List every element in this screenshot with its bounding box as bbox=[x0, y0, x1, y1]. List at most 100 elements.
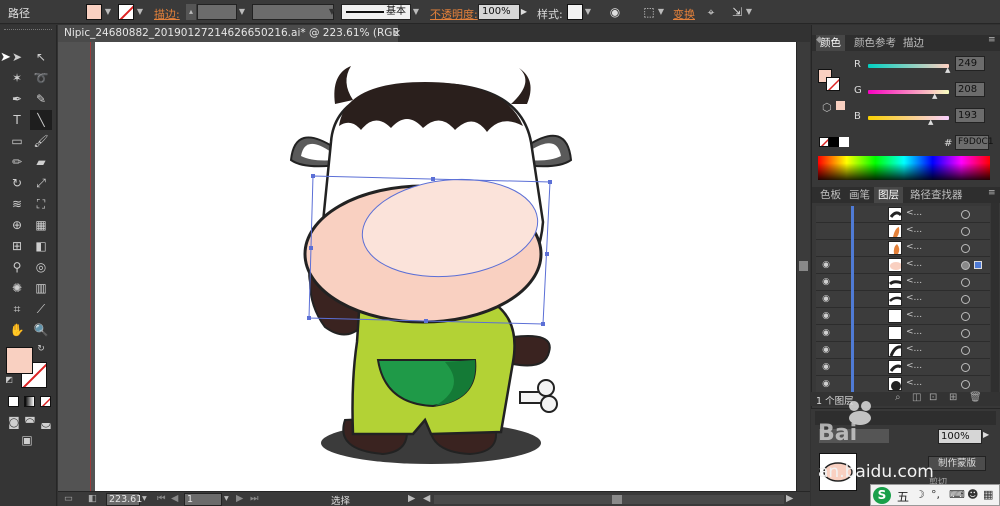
layer-target[interactable] bbox=[961, 244, 970, 253]
gamut-color-chip[interactable] bbox=[836, 101, 845, 110]
visibility-eye-icon[interactable]: ◉ bbox=[820, 293, 832, 305]
layer-target[interactable] bbox=[961, 278, 970, 287]
free-transform-tool-icon[interactable]: ⛶ bbox=[30, 194, 52, 214]
next-artboard-icon[interactable]: ▶ bbox=[236, 493, 243, 504]
tools-grip[interactable] bbox=[4, 29, 52, 32]
horizontal-scroll-track[interactable] bbox=[434, 495, 784, 504]
pasteboard[interactable] bbox=[58, 42, 796, 491]
delete-layer-icon[interactable]: 🗑 bbox=[969, 392, 982, 403]
panel-collapse-icon[interactable]: ◆ bbox=[816, 35, 823, 45]
color-spectrum[interactable] bbox=[818, 156, 990, 180]
scale-tool-icon[interactable]: ⤢ bbox=[30, 173, 52, 193]
none-mode-icon[interactable] bbox=[40, 396, 51, 407]
style-swatch[interactable] bbox=[567, 4, 583, 20]
visibility-eye-icon[interactable]: ◉ bbox=[820, 276, 832, 288]
artboard-dropdown-icon[interactable]: ▾ bbox=[224, 493, 229, 504]
make-mask-button[interactable]: 制作蒙版 bbox=[928, 456, 986, 471]
layer-row[interactable]: ◉ <... bbox=[816, 274, 990, 291]
layer-target[interactable] bbox=[961, 329, 970, 338]
stroke-weight-dropdown[interactable]: ▼ bbox=[237, 4, 247, 20]
tab-pathfinder[interactable]: 路径查找器 bbox=[906, 187, 967, 203]
b-value[interactable]: 193 bbox=[955, 108, 985, 123]
transparency-opacity-arrow[interactable]: ▶ bbox=[983, 430, 989, 439]
tab-color-guide[interactable]: 颜色参考 bbox=[850, 35, 900, 51]
visibility-eye-icon[interactable]: ◉ bbox=[820, 378, 832, 390]
layer-target[interactable] bbox=[961, 380, 970, 389]
stroke-swatch[interactable] bbox=[118, 4, 134, 20]
vertical-scrollbar[interactable] bbox=[796, 42, 810, 491]
last-artboard-icon[interactable]: ⏭ bbox=[250, 493, 259, 504]
stroke-weight-field[interactable] bbox=[197, 4, 237, 20]
perspective-grid-tool-icon[interactable]: ▦ bbox=[30, 215, 52, 235]
draw-normal-icon[interactable]: ◙ bbox=[6, 412, 22, 432]
new-layer-icon[interactable]: ⊞ bbox=[949, 392, 957, 403]
zoom-dropdown-icon[interactable]: ▾ bbox=[142, 493, 147, 504]
visibility-eye-icon[interactable]: ◉ bbox=[820, 361, 832, 373]
slice-tool-icon[interactable]: ⟋ bbox=[30, 299, 52, 319]
opacity-dropdown[interactable]: ▶ bbox=[519, 4, 529, 20]
r-slider-thumb[interactable]: ▲ bbox=[945, 66, 950, 74]
brush-definition[interactable]: 基本 bbox=[341, 4, 411, 20]
tab-layers[interactable]: 图层 bbox=[874, 187, 903, 203]
ime-punct-icon[interactable]: °, bbox=[931, 488, 940, 501]
vertical-scroll-thumb[interactable] bbox=[799, 261, 808, 271]
column-graph-tool-icon[interactable]: ▥ bbox=[30, 278, 52, 298]
symbol-sprayer-tool-icon[interactable]: ✺ bbox=[6, 278, 28, 298]
horizontal-scroll-thumb[interactable] bbox=[612, 495, 622, 504]
profile-dropdown[interactable]: ▼ bbox=[327, 4, 337, 20]
pen-tool-icon[interactable]: ✒ bbox=[6, 89, 28, 109]
rotate-tool-icon[interactable]: ↻ bbox=[6, 173, 28, 193]
layer-row[interactable]: ◉ <... bbox=[816, 376, 990, 393]
fill-color-front[interactable] bbox=[6, 347, 33, 374]
gradient-mode-icon[interactable] bbox=[24, 396, 35, 407]
variable-width-profile[interactable] bbox=[252, 4, 334, 20]
layer-target[interactable] bbox=[961, 312, 970, 321]
hex-value[interactable]: F9D0C1 bbox=[955, 135, 994, 150]
scroll-right-icon[interactable]: ▶ bbox=[786, 493, 793, 504]
b-slider[interactable] bbox=[868, 116, 949, 120]
zoom-tool-icon[interactable]: 🔍 bbox=[30, 320, 52, 340]
layer-row[interactable]: <... bbox=[816, 240, 990, 257]
zoom-field[interactable]: 223.61 bbox=[106, 493, 142, 506]
stroke-label[interactable]: 描边: bbox=[154, 6, 180, 22]
layers-panel-menu-icon[interactable]: ≡ bbox=[988, 188, 996, 198]
paintbrush-tool-icon[interactable]: 🖌 bbox=[30, 131, 52, 151]
warp-tool-icon[interactable]: ≋ bbox=[6, 194, 28, 214]
layer-row[interactable]: <... bbox=[816, 223, 990, 240]
swap-colors-icon[interactable]: ↻ bbox=[34, 343, 48, 355]
ime-logo-icon[interactable]: S bbox=[873, 487, 891, 504]
layers-scrollbar[interactable] bbox=[991, 203, 999, 397]
layer-target[interactable] bbox=[961, 261, 970, 270]
r-value[interactable]: 249 bbox=[955, 56, 985, 71]
layer-row[interactable]: ◉ <... bbox=[816, 308, 990, 325]
prev-artboard-icon[interactable]: ◀ bbox=[171, 493, 178, 504]
out-of-gamut-icon[interactable]: ⬡ bbox=[822, 101, 832, 114]
selection-indicator[interactable] bbox=[974, 261, 982, 269]
lasso-tool-icon[interactable]: ➰ bbox=[30, 68, 52, 88]
artboard[interactable] bbox=[95, 42, 796, 491]
magic-wand-tool-icon[interactable]: ✶ bbox=[6, 68, 28, 88]
curvature-tool-icon[interactable]: ✎ bbox=[30, 89, 52, 109]
visibility-eye-icon[interactable]: ◉ bbox=[820, 259, 832, 271]
tab-swatches[interactable]: 色板 bbox=[816, 187, 845, 203]
status-menu-icon[interactable]: ▶ bbox=[408, 493, 415, 504]
brush-dropdown[interactable]: ▼ bbox=[411, 4, 421, 20]
ime-grid-icon[interactable]: ▦ bbox=[983, 488, 993, 501]
layer-target[interactable] bbox=[961, 363, 970, 372]
type-tool-icon[interactable]: T bbox=[6, 110, 28, 130]
layer-row[interactable]: ◉ <... bbox=[816, 325, 990, 342]
layer-row[interactable]: ◉ <... bbox=[816, 257, 990, 274]
white-color-chip[interactable] bbox=[839, 137, 849, 147]
color-panel-menu-icon[interactable]: ≡ bbox=[988, 35, 996, 45]
shape-builder-tool-icon[interactable]: ⊕ bbox=[6, 215, 28, 235]
scroll-left-icon[interactable]: ◀ bbox=[423, 493, 430, 504]
b-slider-thumb[interactable]: ▲ bbox=[928, 118, 933, 126]
close-tab-icon[interactable]: ✕ bbox=[392, 25, 401, 42]
recolor-artwork-icon[interactable]: ◉ bbox=[606, 4, 624, 20]
color-mode-icon[interactable] bbox=[8, 396, 19, 407]
mesh-tool-icon[interactable]: ⊞ bbox=[6, 236, 28, 256]
document-tab[interactable]: Nipic_24680882_20190127214626650216.ai* … bbox=[58, 25, 398, 42]
opacity-field[interactable]: 100% bbox=[478, 4, 520, 20]
direct-selection-tool-icon[interactable]: ↖ bbox=[30, 47, 52, 67]
layer-row[interactable]: <... bbox=[816, 206, 990, 223]
